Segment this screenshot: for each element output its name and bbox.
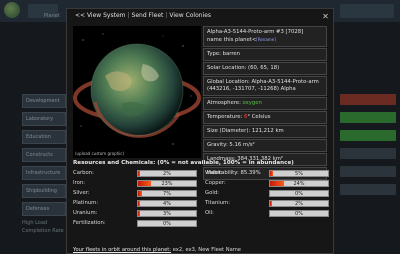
resource-row: Uranium: 3% [73,209,197,218]
bg-footer-text: High Load [22,220,48,226]
nav-separator: | [127,12,130,19]
background-right-panel [336,22,400,254]
resource-percent: 7% [163,191,171,197]
resource-percent: 5% [295,171,303,177]
resource-name: Oil: [205,210,214,216]
bg-sidebar-item: Laboratory [22,112,66,126]
global-location: Global Location: Alpha-A3-5144-Proto-arm… [203,76,327,96]
planet-detail-modal: ✕ << View System | Send Fleet | View Colonie… [66,8,334,254]
bg-sidebar-item: Development [22,94,66,108]
resource-percent: 4% [163,201,171,207]
bg-status-bar [340,130,396,141]
fleets-label: Your fleets in orbit around this planet: [73,247,172,253]
resource-name: Titanium: [205,200,230,206]
rename-prompt: name this planet< [207,37,257,43]
game-logo-icon [4,2,20,18]
resource-row: Oil: 0% [205,209,329,218]
bg-status-bar [340,184,396,195]
resource-name: Silver: [73,190,90,196]
resource-row: Gold: 0% [205,189,329,198]
bg-tab [340,4,394,18]
resource-name: Fertilization: [73,220,106,226]
temperature-row: Temperature: 6° Celsius [203,111,327,124]
fleets-in-orbit: Your fleets in orbit around this planet:… [73,247,241,253]
planet-type: Type: barren [203,48,327,61]
resource-bar: 4% [137,200,197,207]
resource-bar: 0% [269,210,329,217]
bg-sidebar-item: Defenses [22,202,66,216]
atmosphere-label: Atmosphere: [207,100,241,106]
resource-row: Carbon: 2% [73,169,197,178]
view-colonies-link[interactable]: View Colonies [169,12,211,19]
close-button[interactable]: ✕ [321,12,330,21]
planet-info-panel: Alpha-A3-5144-Proto-arm #3 [7028] name t… [203,26,327,181]
send-fleet-link[interactable]: Send Fleet [132,12,164,19]
resource-percent: 2% [295,201,303,207]
nav-separator: | [165,12,168,19]
resource-percent: 0% [295,191,303,197]
planet-name-row: Alpha-A3-5144-Proto-arm #3 [7028] name t… [203,26,327,47]
resource-percent: 2% [163,171,171,177]
resources-title: Resources and Chemicals: (0% = not avail… [73,160,294,166]
resource-bar: 2% [269,200,329,207]
resource-bar: 2% [137,170,197,177]
upload-graphic-link[interactable]: (upload custom graphic) [75,151,124,156]
resource-bar: 0% [137,220,197,227]
resource-bar: 5% [269,170,329,177]
temperature-label: Temperature: [207,114,243,120]
resource-percent: 24% [293,181,305,187]
resource-row: Water: 5% [205,169,329,178]
bg-sidebar-item: Constructs [22,148,66,162]
resource-name: Copper: [205,180,226,186]
atmosphere-value: oxygen [242,100,262,106]
bg-planet-label: Planet [44,13,60,19]
planet-name: Alpha-A3-5144-Proto-arm #3 [7028] [207,29,304,35]
bg-sidebar-item: Shipbuilding [22,184,66,198]
close-icon: ✕ [322,12,329,21]
resource-bar: 0% [269,190,329,197]
atmosphere-row: Atmosphere: oxygen [203,97,327,110]
resource-percent: 23% [161,181,173,187]
resource-row: Iron: 23% [73,179,197,188]
resource-name: Iron: [73,180,86,186]
resource-bar: 23% [137,180,197,187]
resource-row: Platinum: 4% [73,199,197,208]
planet-size: Size (Diameter): 121,212 km [203,125,327,138]
view-system-link[interactable]: << View System [75,12,125,19]
bg-status-bar [340,166,396,177]
modal-nav: << View System | Send Fleet | View Colonies [75,12,211,19]
resource-percent: 0% [163,221,171,227]
resource-bar: 3% [137,210,197,217]
fleets-list[interactable]: ex2, ex3, New Fleet Name [173,247,241,253]
temperature-unit: ° Celsius [247,114,271,120]
resource-row: Silver: 7% [73,189,197,198]
planet-gravity: Gravity: 5.16 m/s² [203,139,327,152]
resource-bar: 7% [137,190,197,197]
resource-name: Carbon: [73,170,94,176]
bg-status-bar [340,148,396,159]
planet-graphic [73,26,201,158]
bg-status-bar [340,112,396,123]
resource-row: Titanium: 2% [205,199,329,208]
resource-row: Copper: 24% [205,179,329,188]
bg-footer-text: Completion Rate [22,228,64,234]
resource-name: Platinum: [73,200,99,206]
rename-link[interactable]: [Rename] [256,37,276,42]
resource-name: Gold: [205,190,219,196]
resource-name: Uranium: [73,210,98,216]
resource-percent: 3% [163,211,171,217]
bg-sidebar-item: Education [22,130,66,144]
resource-bar: 24% [269,180,329,187]
resource-name: Water: [205,170,223,176]
bg-sidebar-item: Infrastructure [22,166,66,180]
background-sidebar: Development Laboratory Education Constru… [0,22,66,254]
planet-image[interactable]: (upload custom graphic) [73,26,201,158]
solar-location: Solar Location: (60, 65, 18) [203,62,327,75]
resource-row: Fertilization: 0% [73,219,197,228]
rename-row: name this planet<[Rename] [207,36,323,44]
bg-status-bar [340,94,396,105]
resource-percent: 0% [295,211,303,217]
